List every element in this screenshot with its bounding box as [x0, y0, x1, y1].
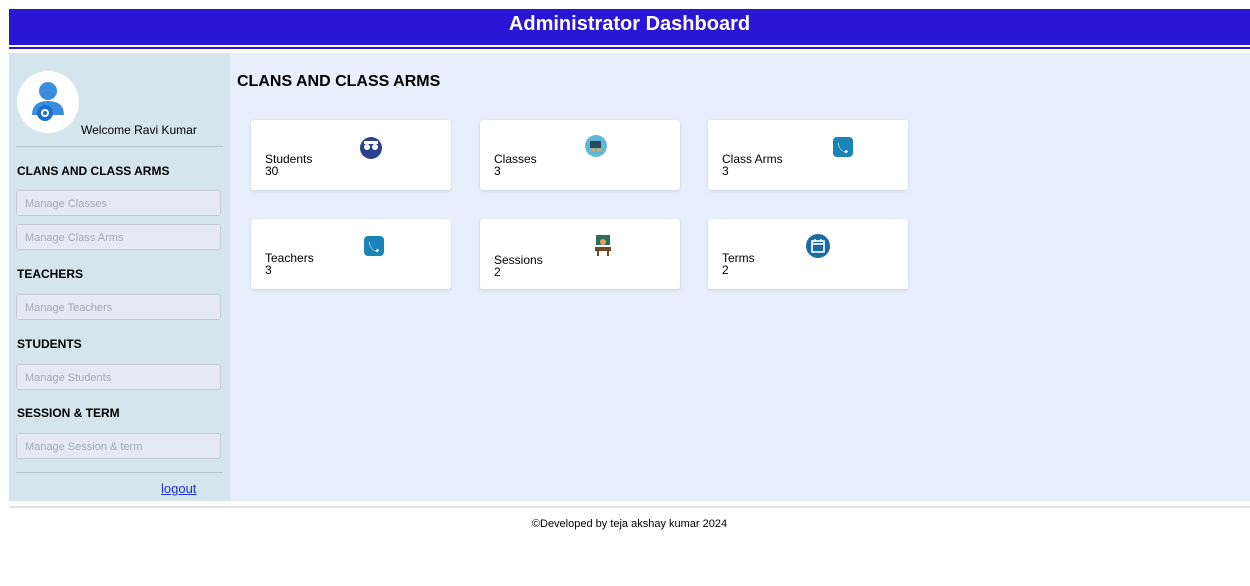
card-value: 2: [722, 263, 729, 277]
graduates-icon: [359, 136, 383, 160]
section-title-teachers: TEACHERS: [17, 267, 84, 281]
page-title: Administrator Dashboard: [508, 13, 751, 35]
phone-icon: [363, 235, 387, 259]
terms-card[interactable]: Terms 2: [708, 219, 908, 289]
card-value: 3: [722, 164, 729, 178]
card-value: 3: [494, 164, 501, 178]
students-card[interactable]: Students 30: [251, 120, 451, 190]
sidebar-divider: [16, 146, 223, 147]
card-label: Teachers: [265, 251, 314, 265]
main-area: Welcome Ravi Kumar CLANS AND CLASS ARMS …: [9, 53, 1250, 501]
admin-avatar-icon: [17, 71, 79, 133]
classroom-icon: [584, 134, 608, 158]
section-title-students: STUDENTS: [17, 337, 82, 351]
app-frame: Administrator Dashboard Welcome Ravi Kum…: [9, 9, 1250, 501]
logout-link[interactable]: logout: [161, 481, 196, 496]
card-label: Sessions: [494, 253, 543, 267]
card-value: 2: [494, 265, 501, 279]
manage-session-term-button[interactable]: Manage Session & term: [16, 433, 221, 459]
classes-card[interactable]: Classes 3: [480, 120, 680, 190]
phone-icon: [832, 136, 856, 160]
manage-classes-button[interactable]: Manage Classes: [16, 190, 221, 216]
manage-students-button[interactable]: Manage Students: [16, 364, 221, 390]
content-title: CLANS AND CLASS ARMS: [237, 73, 441, 90]
calendar-icon: [805, 233, 830, 258]
welcome-text: Welcome Ravi Kumar: [81, 123, 197, 137]
sidebar: Welcome Ravi Kumar CLANS AND CLASS ARMS …: [9, 53, 230, 501]
manage-class-arms-button[interactable]: Manage Class Arms: [16, 224, 221, 250]
section-title-session-term: SESSION & TERM: [17, 406, 120, 420]
teachers-card[interactable]: Teachers 3: [251, 219, 451, 289]
teacher-desk-icon: [591, 233, 615, 257]
footer: ©Developed by teja akshay kumar 2024: [9, 506, 1250, 586]
page-header: Administrator Dashboard: [9, 9, 1250, 47]
card-value: 3: [265, 263, 272, 277]
section-title-clans: CLANS AND CLASS ARMS: [17, 164, 170, 178]
manage-teachers-button[interactable]: Manage Teachers: [16, 294, 221, 320]
card-label: Class Arms: [722, 152, 783, 166]
footer-text: ©Developed by teja akshay kumar 2024: [531, 518, 728, 530]
sidebar-divider: [16, 472, 223, 473]
sessions-card[interactable]: Sessions 2: [480, 219, 680, 289]
class-arms-card[interactable]: Class Arms 3: [708, 120, 908, 190]
card-value: 30: [265, 164, 279, 178]
